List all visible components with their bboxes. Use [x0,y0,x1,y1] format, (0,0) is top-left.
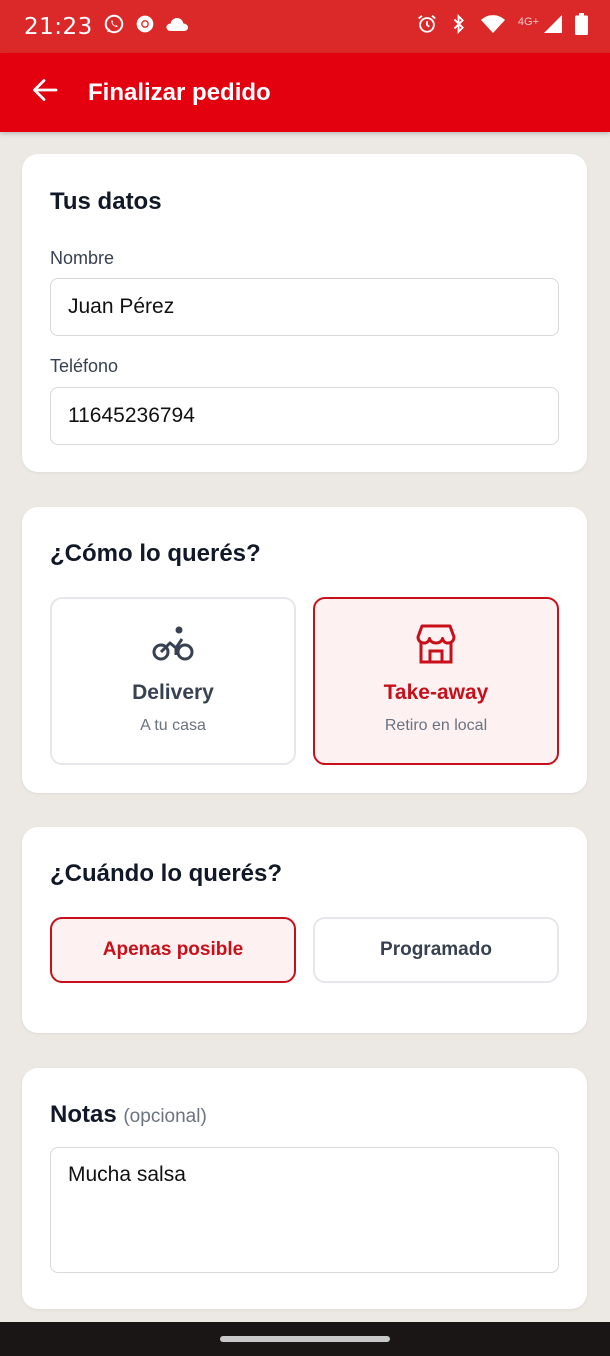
chrome-icon [135,14,155,39]
option-delivery-title: Delivery [132,681,214,704]
bicycle-icon [151,624,195,669]
option-takeaway-subtitle: Retiro en local [384,717,488,734]
nombre-value: Juan Pérez [68,295,175,318]
section-title-datos: Tus datos [50,188,162,215]
telefono-value: 11645236794 [68,404,195,427]
delivery-method-card: ¿Cómo lo querés? Delivery A tu casa Take… [22,507,587,793]
nombre-label: Nombre [50,248,115,268]
home-indicator[interactable] [220,1336,390,1342]
telefono-label: Teléfono [50,356,119,376]
notes-card: Notas (opcional) Mucha salsa [22,1068,587,1309]
bluetooth-icon [450,13,468,40]
wifi-icon [480,14,506,39]
notes-textarea[interactable]: Mucha salsa [50,1147,559,1273]
back-button[interactable] [30,78,60,108]
section-title-cuando: ¿Cuándo lo querés? [50,860,283,887]
option-delivery[interactable]: Delivery A tu casa [50,597,296,765]
option-takeaway-title: Take-away [383,681,489,704]
status-time: 21:23 [24,13,93,40]
page-title: Finalizar pedido [88,78,271,106]
alarm-icon [416,13,438,40]
nombre-input[interactable]: Juan Pérez [50,278,559,336]
notes-value: Mucha salsa [68,1163,186,1186]
telefono-input[interactable]: 11645236794 [50,387,559,445]
customer-data-card: Tus datos Nombre Juan Pérez Teléfono 116… [22,154,587,472]
store-icon [414,623,458,670]
asap-button[interactable]: Apenas posible [50,917,296,983]
notas-title: Notas [50,1101,117,1128]
arrow-left-icon [32,78,58,107]
section-title-como: ¿Cómo lo querés? [50,540,261,567]
system-nav-bar [0,1322,610,1356]
whatsapp-icon [103,13,125,40]
section-title-notas: Notas (opcional) [50,1101,207,1129]
optional-tag: (opcional) [123,1106,207,1127]
cloud-icon [165,15,189,38]
delivery-time-card: ¿Cuándo lo querés? Apenas posible Progra… [22,827,587,1033]
battery-icon [575,13,588,40]
option-takeaway[interactable]: Take-away Retiro en local [313,597,559,765]
scheduled-button[interactable]: Programado [313,917,559,983]
status-bar: 21:23 4G+ [0,0,610,53]
network-type: 4G+ [517,15,539,28]
option-delivery-subtitle: A tu casa [140,717,206,734]
signal-icon [543,14,563,39]
app-bar: Finalizar pedido [0,53,610,132]
